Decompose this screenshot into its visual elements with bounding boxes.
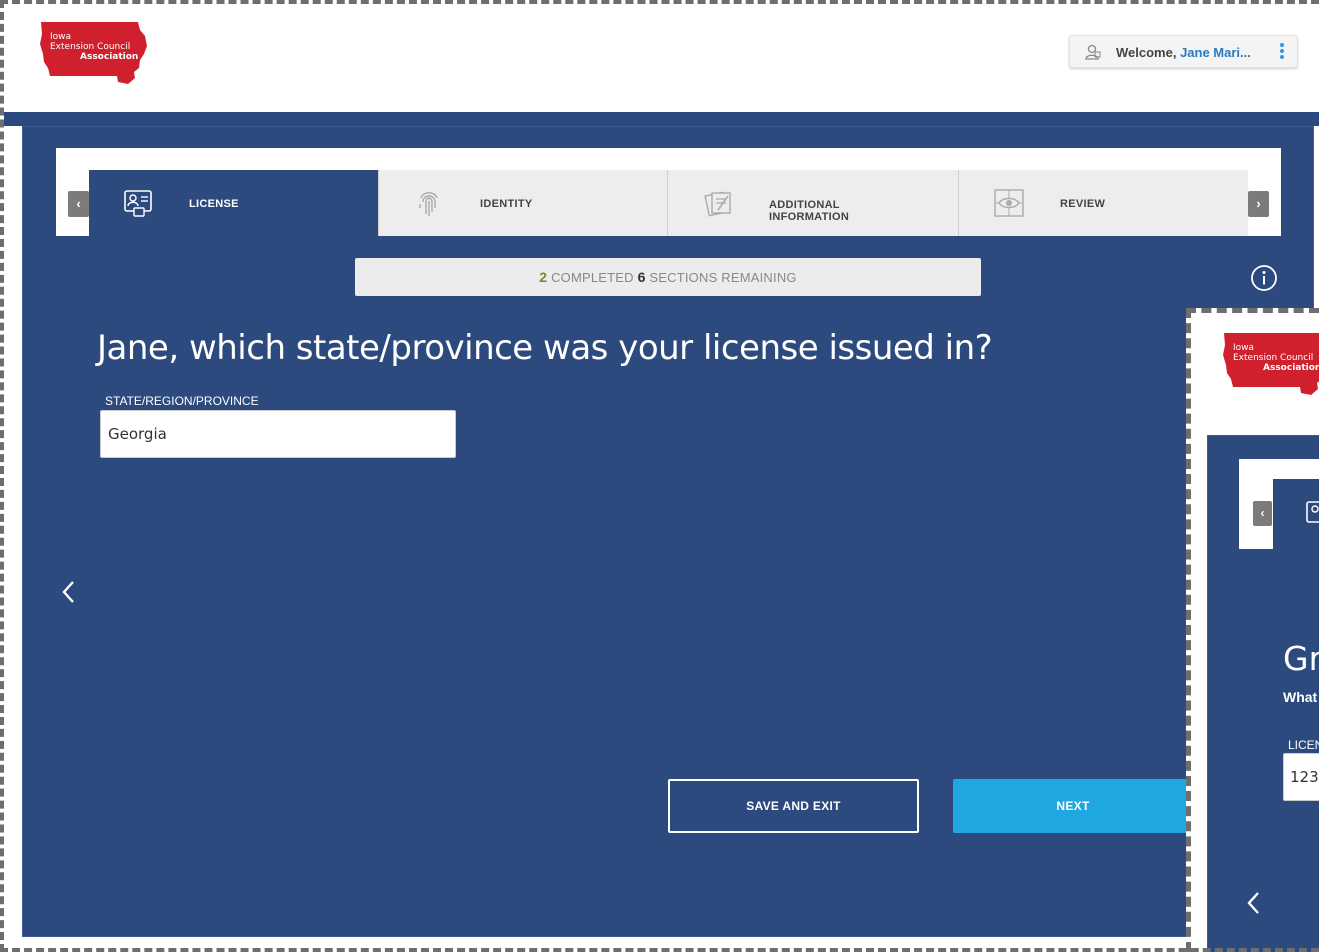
welcome-user-name[interactable]: Jane Mari... (1180, 45, 1251, 60)
overlay-heading: Gr (1283, 639, 1319, 678)
completed-text: COMPLETED (551, 270, 634, 285)
step-prev-button[interactable]: ‹ (68, 191, 89, 217)
welcome-text: Welcome, Jane Mari... (1116, 45, 1251, 60)
next-button[interactable]: NEXT (953, 779, 1193, 833)
overlay-logo-line-3: Association (1263, 363, 1319, 373)
documents-icon (704, 188, 734, 223)
progress-status: 2 COMPLETED 6 SECTIONS REMAINING (355, 258, 981, 296)
step-label-review: REVIEW (1060, 198, 1106, 210)
question-heading: Jane, which state/province was your lice… (97, 328, 993, 368)
overlay-license-input: 1234 (1283, 753, 1319, 801)
overlay-step-prev-button: ‹ (1253, 501, 1272, 526)
overlay-iowa-logo: Iowa Extension Council Association (1221, 329, 1319, 399)
step-label-additional-information: ADDITIONAL INFORMATION (769, 199, 850, 223)
logo-line-1: Iowa (50, 32, 72, 42)
overlay-license-card-icon (1305, 499, 1319, 534)
license-card-icon (123, 188, 153, 223)
welcome-menu[interactable]: Welcome, Jane Mari... (1069, 35, 1298, 68)
logo-line-2: Extension Council (50, 42, 131, 52)
remaining-count: 6 (637, 269, 646, 285)
completed-count: 2 (539, 269, 548, 285)
state-input[interactable] (100, 410, 456, 458)
save-and-exit-button[interactable]: SAVE AND EXIT (668, 779, 919, 833)
overlay-subtitle: What (1283, 689, 1318, 705)
step-review[interactable]: REVIEW (959, 170, 1248, 236)
step-license[interactable]: LICENSE (89, 170, 379, 236)
eye-review-icon (993, 188, 1025, 223)
fingerprint-icon (415, 188, 443, 223)
iowa-logo[interactable]: Iowa Extension Council Association (38, 18, 150, 88)
step-label-license: LICENSE (189, 198, 239, 210)
user-icon (1084, 43, 1102, 64)
next-screen-preview: Iowa Extension Council Association ‹ Gr … (1186, 308, 1319, 952)
back-chevron-icon[interactable] (58, 578, 80, 611)
step-identity[interactable]: IDENTITY (379, 170, 668, 236)
overlay-logo-line-1: Iowa (1233, 343, 1255, 353)
remaining-text: SECTIONS REMAINING (649, 270, 797, 285)
step-label-identity: IDENTITY (480, 198, 533, 210)
welcome-prefix: Welcome, (1116, 45, 1181, 60)
overlay-logo-line-2: Extension Council (1233, 353, 1314, 363)
state-field-label: STATE/REGION/PROVINCE (105, 394, 259, 408)
step-additional-information[interactable]: ADDITIONAL INFORMATION (668, 170, 959, 236)
overlay-step-license (1273, 479, 1319, 549)
info-icon[interactable] (1250, 264, 1278, 297)
kebab-menu-icon[interactable] (1277, 42, 1287, 62)
overlay-field-label: LICEN (1288, 738, 1319, 752)
step-next-button[interactable]: › (1248, 191, 1269, 217)
logo-line-3: Association (80, 52, 139, 62)
overlay-back-chevron-icon (1243, 889, 1265, 922)
main-top-band (4, 112, 1319, 126)
